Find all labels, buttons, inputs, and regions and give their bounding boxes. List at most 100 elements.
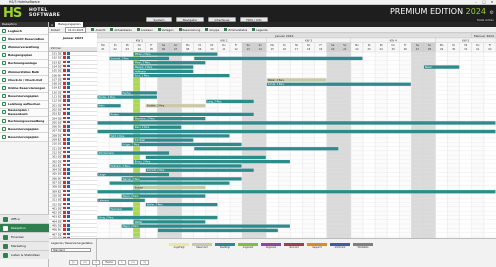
day-name: Di (283, 43, 286, 47)
reservation-label: Lange (99, 174, 107, 177)
menu-item-icon (2, 36, 6, 41)
sidebar-item-12[interactable]: Reservierungsplan (0, 125, 48, 134)
room-type-icon (67, 99, 71, 102)
room-status-icon (63, 107, 67, 111)
week-label: KW 2 (220, 39, 227, 43)
reservation-bar[interactable] (133, 220, 206, 224)
nav-button-6[interactable]: >| (140, 260, 150, 265)
reception-icon (3, 225, 8, 231)
day-column (411, 52, 424, 238)
year-header: Januar 2024 (62, 36, 84, 40)
day-name: Di (452, 43, 455, 47)
nav-finanzen[interactable]: Finanzen (0, 232, 49, 241)
reservation-bar[interactable] (121, 224, 290, 228)
room-type-icon (67, 224, 71, 227)
menu-item-icon (2, 118, 6, 123)
reservation-bar[interactable] (266, 82, 411, 86)
nav-button-0[interactable]: |< (69, 260, 78, 265)
view-select[interactable]: Standard (51, 248, 91, 252)
room-type-icon (67, 155, 71, 158)
day-number: 15 (271, 47, 275, 51)
day-column (363, 52, 376, 238)
nav-button-2[interactable]: < (92, 260, 101, 265)
nav-office[interactable]: Office (0, 214, 49, 223)
toolbar-item-2[interactable]: Anreisen (137, 28, 153, 32)
reservation-bar[interactable] (97, 172, 170, 177)
reservation-bar[interactable] (121, 142, 242, 147)
room-status-icon (63, 224, 67, 227)
toolbar-item-0[interactable]: Ansicht (91, 28, 105, 32)
day-name: Do (476, 43, 480, 47)
reservation-bar[interactable] (194, 56, 363, 61)
sidebar-item-6[interactable]: Check-In / Check-Out (0, 76, 48, 85)
reservation-bar[interactable] (133, 185, 206, 190)
reservation-bar[interactable] (157, 228, 278, 233)
day-number: 22 (355, 47, 359, 51)
sidebar-item-11[interactable]: Rechnungsverwaltung (0, 117, 48, 126)
room-type-icon (67, 198, 71, 201)
reservation-bar[interactable] (109, 181, 230, 185)
reservation-bar[interactable] (97, 215, 218, 220)
room-status-icon (63, 211, 67, 214)
nav-button-3[interactable]: Heute (102, 260, 116, 265)
date-field[interactable]: 01.01.2024 (65, 26, 87, 33)
nav-rezeption[interactable]: Rezeption (0, 223, 49, 232)
gear-icon[interactable]: ⚙ (490, 10, 494, 16)
day-name: Mo (186, 43, 190, 47)
room-type-icon (67, 133, 71, 137)
room-type-icon (67, 176, 71, 180)
reservation-bar[interactable] (109, 112, 254, 116)
sidebar-item-3[interactable]: Belegungsplan (0, 51, 48, 60)
nav-button-5[interactable]: >> (127, 260, 139, 265)
toolbar-item-5[interactable]: Gruppe (205, 28, 219, 32)
sidebar-item-13[interactable]: Reservierungsplan (0, 133, 48, 142)
reservation-label: Weber, 2 Pers. (268, 79, 285, 82)
sidebar-item-4[interactable]: Rechnungsanlage (0, 59, 48, 68)
room-type-icon (67, 120, 71, 124)
day-number: 25 (392, 47, 396, 51)
room-status-icon (63, 168, 67, 171)
room-status-icon (63, 202, 67, 205)
reservation-label: Schröder (135, 139, 145, 142)
room-type-icon (67, 172, 71, 175)
room-type-icon (67, 206, 71, 210)
sidebar-item-5[interactable]: Zimmerstatus Bulk (0, 67, 48, 77)
nav-button-4[interactable]: > (117, 260, 126, 265)
reservation-bar[interactable] (133, 160, 290, 164)
toolbar-item-6[interactable]: Zimmerstatus (224, 28, 247, 32)
sidebar-item-1[interactable]: Übersicht Reservation (0, 35, 48, 44)
toolbar-item-4[interactable]: Reservierung (179, 28, 201, 32)
reservation-bar[interactable] (194, 147, 339, 151)
status-bar: Legende / Reservierungsstatus Standard A… (49, 238, 496, 267)
day-name: Sa (162, 43, 166, 47)
toolbar-item-7[interactable]: Legende (252, 28, 268, 32)
home-icon[interactable]: ⌂ (51, 23, 53, 27)
booking-timeline[interactable]: Januar 2024 Februar 2024 KW 1 KW 2 KW 3 KW 4 K… (97, 33, 496, 238)
reservation-bar[interactable] (97, 129, 496, 134)
room-status-icon (63, 206, 67, 210)
sidebar-item-8[interactable]: Reservierungsplan (0, 92, 48, 101)
reservation-bar[interactable] (109, 134, 230, 138)
nav-listen-statistiken[interactable]: Listen & Statistiken (0, 250, 49, 259)
day-number: 10 (210, 47, 214, 51)
toolbar-item-1[interactable]: Aktualisieren (110, 28, 132, 32)
nav-button-1[interactable]: << (79, 260, 91, 265)
room-status-icon (63, 73, 67, 76)
day-column (471, 52, 484, 238)
sidebar-item-2[interactable]: Zimmerverwaltung (0, 43, 48, 52)
day-number: 27 (416, 47, 420, 51)
reservation-label: Zimmermann (99, 152, 115, 155)
reservation-bar[interactable] (145, 155, 266, 159)
sidebar-item-7[interactable]: Online Reservierungen (0, 84, 48, 93)
sidebar-item-0[interactable]: Logbuch (0, 27, 48, 36)
day-number: 11 (222, 47, 226, 51)
sidebar-item-10[interactable]: Kassenplan / Kassenbuch (0, 108, 48, 118)
reservation-bar[interactable] (97, 190, 496, 194)
toolbar-item-3[interactable]: Verlegen (158, 28, 174, 32)
nav-marketing[interactable]: Marketing (0, 241, 49, 250)
day-number: 30 (452, 47, 456, 51)
reservation-label: Braun, 2 Pers. (135, 161, 151, 164)
day-name: Mo (101, 43, 105, 47)
menu-item-icon (2, 53, 6, 58)
reservation-bar[interactable] (97, 121, 496, 125)
